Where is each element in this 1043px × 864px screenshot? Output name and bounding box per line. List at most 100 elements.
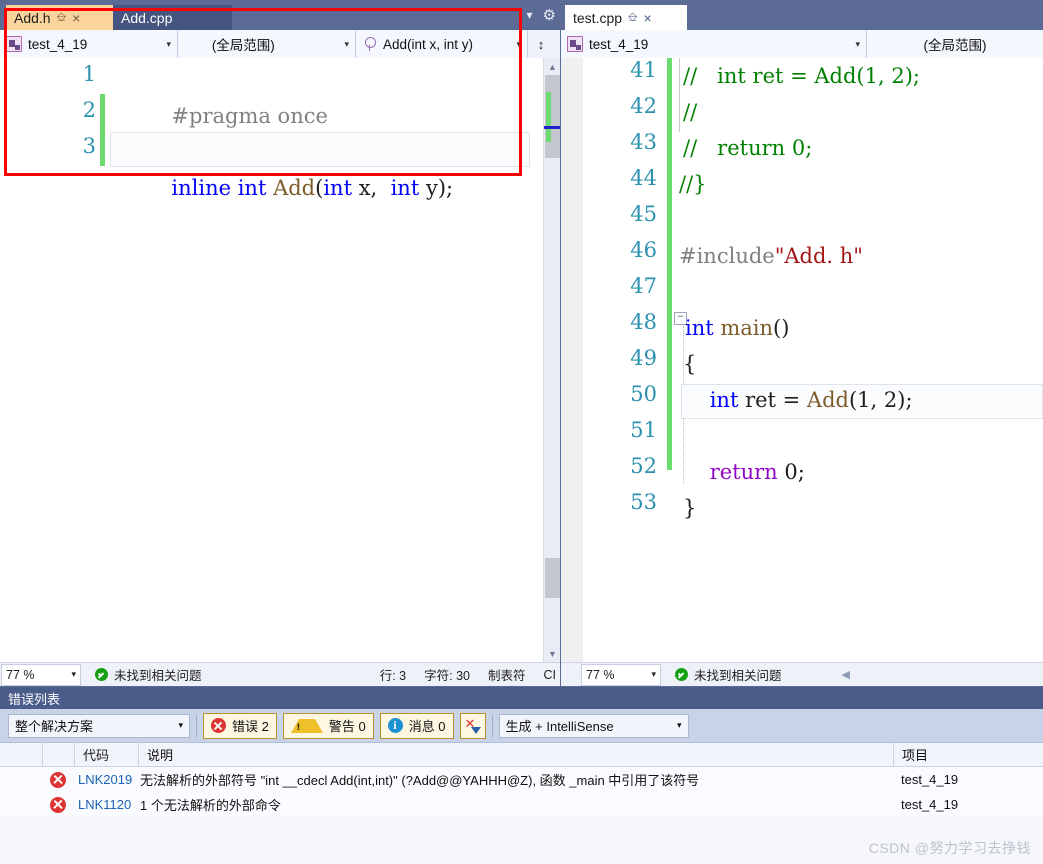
close-icon[interactable]: × (644, 11, 652, 25)
line-number: 41 (630, 58, 657, 82)
pin-icon[interactable]: ⎒ (628, 10, 637, 25)
errors-toggle-button[interactable]: 错误 2 (203, 712, 277, 739)
scroll-down-arrow[interactable]: ▼ (544, 645, 560, 662)
chevron-down-icon: ▾ (677, 720, 682, 730)
warnings-toggle-button[interactable]: 警告 0 (282, 712, 374, 739)
build-filter-dropdown[interactable]: 生成 + IntelliSense ▾ (498, 713, 689, 738)
build-filter-label: 生成 + IntelliSense (505, 719, 614, 734)
scope-dropdown-label: (全局范围) (923, 38, 987, 53)
gear-icon[interactable]: ⚙ (543, 6, 556, 24)
zoom-dropdown-left[interactable]: 77 % ▾ (1, 663, 81, 686)
header-code[interactable]: 代码 (74, 742, 138, 767)
error-project: test_4_19 (901, 772, 959, 787)
header-project[interactable]: 项目 (893, 742, 1043, 767)
check-circle-icon (95, 668, 108, 681)
messages-toggle-button[interactable]: 消息 0 (379, 712, 454, 739)
code-line: int main() (685, 316, 790, 340)
pin-icon[interactable]: ⎒ (57, 10, 66, 25)
scope-dropdown-label: (全局范围) (211, 38, 275, 53)
editor-pane-left: Add.h ⎒ × Add.cpp ▾ ⚙ test_4_19 ▾ (全局范围)… (0, 0, 560, 686)
tabstrip-controls-left: ▾ ⚙ (527, 6, 556, 24)
tab-add-h[interactable]: Add.h ⎒ × (6, 5, 113, 30)
tab-label: Add.cpp (121, 9, 173, 26)
line-number: 51 (630, 418, 657, 442)
line-number: 2 (82, 98, 96, 122)
error-description: 1 个无法解析的外部命令 (140, 798, 281, 813)
code-surface-left[interactable]: 1 #pragma once 2 3 inline int Add(int x,… (0, 58, 560, 662)
chevron-down-icon: ▾ (71, 669, 76, 679)
tab-label: Add.h (14, 9, 51, 26)
scope-filter-dropdown[interactable]: 整个解决方案 ▾ (8, 713, 190, 738)
warning-icon (290, 718, 323, 733)
scope-dropdown-right[interactable]: (全局范围) (867, 30, 1043, 58)
scope-dropdown-left[interactable]: (全局范围) ▾ (178, 30, 356, 58)
code-line: #include"Add. h" (679, 244, 863, 268)
line-number: 3 (82, 134, 96, 158)
errors-count-label: 错误 2 (232, 719, 269, 734)
column-indicator: 字符: 30 (424, 669, 470, 683)
table-row[interactable]: LNK1120 1 个无法解析的外部命令 test_4_19 (0, 792, 1043, 817)
member-dropdown-left[interactable]: Add(int x, int y) ▾ (356, 30, 528, 58)
tabstrip-left: Add.h ⎒ × Add.cpp ▾ ⚙ (0, 0, 560, 30)
line-number: 47 (630, 274, 657, 298)
scroll-change-marker (546, 92, 551, 142)
error-code[interactable]: LNK1120 (74, 792, 138, 817)
line-number: 49 (630, 346, 657, 370)
zoom-dropdown-right[interactable]: 77 % ▾ (581, 663, 661, 686)
scroll-caret-marker (544, 126, 560, 129)
line-number: 53 (630, 490, 657, 514)
project-dropdown-label: test_4_19 (589, 36, 649, 52)
encoding-indicator: CI (543, 667, 557, 682)
change-indicator (667, 58, 672, 470)
severity-cell (42, 767, 74, 792)
project-dropdown-right[interactable]: test_4_19 ▾ (561, 30, 867, 58)
clear-filter-button[interactable]: ✕ (459, 712, 486, 739)
status-bar-right: 77 % ▾ 未找到相关问题 ◀ (561, 662, 1043, 686)
tab-add-cpp[interactable]: Add.cpp (113, 5, 232, 30)
error-description: 无法解析的外部符号 "int __cdecl Add(int,int)" (?A… (140, 773, 700, 788)
chevron-down-icon: ▾ (516, 38, 521, 49)
error-list-panel: 错误列表 整个解决方案 ▾ 错误 2 警告 0 消息 0 ✕ (0, 687, 1043, 864)
project-dropdown-left[interactable]: test_4_19 ▾ (0, 30, 178, 58)
code-line: #pragma once (171, 104, 328, 128)
health-indicator-right[interactable]: 未找到相关问题 (675, 665, 782, 684)
tab-overflow-icon[interactable]: ▾ (527, 8, 533, 22)
check-circle-icon (675, 668, 688, 681)
header-description[interactable]: 说明 (138, 742, 893, 767)
close-icon[interactable]: × (72, 11, 80, 25)
header-gutter (0, 743, 42, 767)
scroll-up-arrow[interactable]: ▲ (544, 58, 560, 75)
scrollbar-thumb-lower[interactable] (545, 558, 560, 598)
block-guide (679, 58, 680, 132)
line-number: 46 (630, 238, 657, 262)
code-line: } (683, 496, 697, 520)
split-view-button[interactable]: ↕ (528, 30, 554, 58)
line-number: 44 (630, 166, 657, 190)
project-icon (567, 36, 583, 52)
code-line: { (683, 352, 697, 376)
collapse-arrow-icon[interactable]: ◀ (842, 668, 850, 681)
navigation-bar-right: test_4_19 ▾ (全局范围) (561, 30, 1043, 59)
method-icon (362, 36, 377, 52)
error-code[interactable]: LNK2019 (74, 767, 138, 792)
change-indicator (100, 94, 105, 166)
tabstrip-right: test.cpp ⎒ × (561, 0, 1043, 30)
info-icon (387, 718, 403, 733)
code-surface-right[interactable]: − 41 // int ret = Add(1, 2); 42 // 43 //… (561, 58, 1043, 662)
line-number: 42 (630, 94, 657, 118)
vertical-scrollbar-left[interactable]: ▲ ▼ (543, 58, 560, 662)
health-indicator-left[interactable]: 未找到相关问题 (95, 665, 202, 684)
code-line: // int ret = Add(1, 2); (683, 64, 920, 88)
chevron-down-icon: ▾ (166, 38, 171, 49)
severity-cell (42, 792, 74, 817)
tab-test-cpp[interactable]: test.cpp ⎒ × (565, 5, 687, 30)
error-project: test_4_19 (901, 797, 959, 812)
chevron-down-icon: ▾ (178, 720, 183, 730)
project-icon (6, 36, 22, 52)
toolbar-separator (196, 714, 197, 737)
editor-pane-right: test.cpp ⎒ × test_4_19 ▾ (全局范围) − 41 // … (561, 0, 1043, 686)
table-row[interactable]: LNK2019 无法解析的外部符号 "int __cdecl Add(int,i… (0, 767, 1043, 792)
code-line: // return 0; (683, 136, 813, 160)
error-list-header: 代码 说明 项目 (0, 742, 1043, 767)
code-line: // (683, 100, 698, 124)
